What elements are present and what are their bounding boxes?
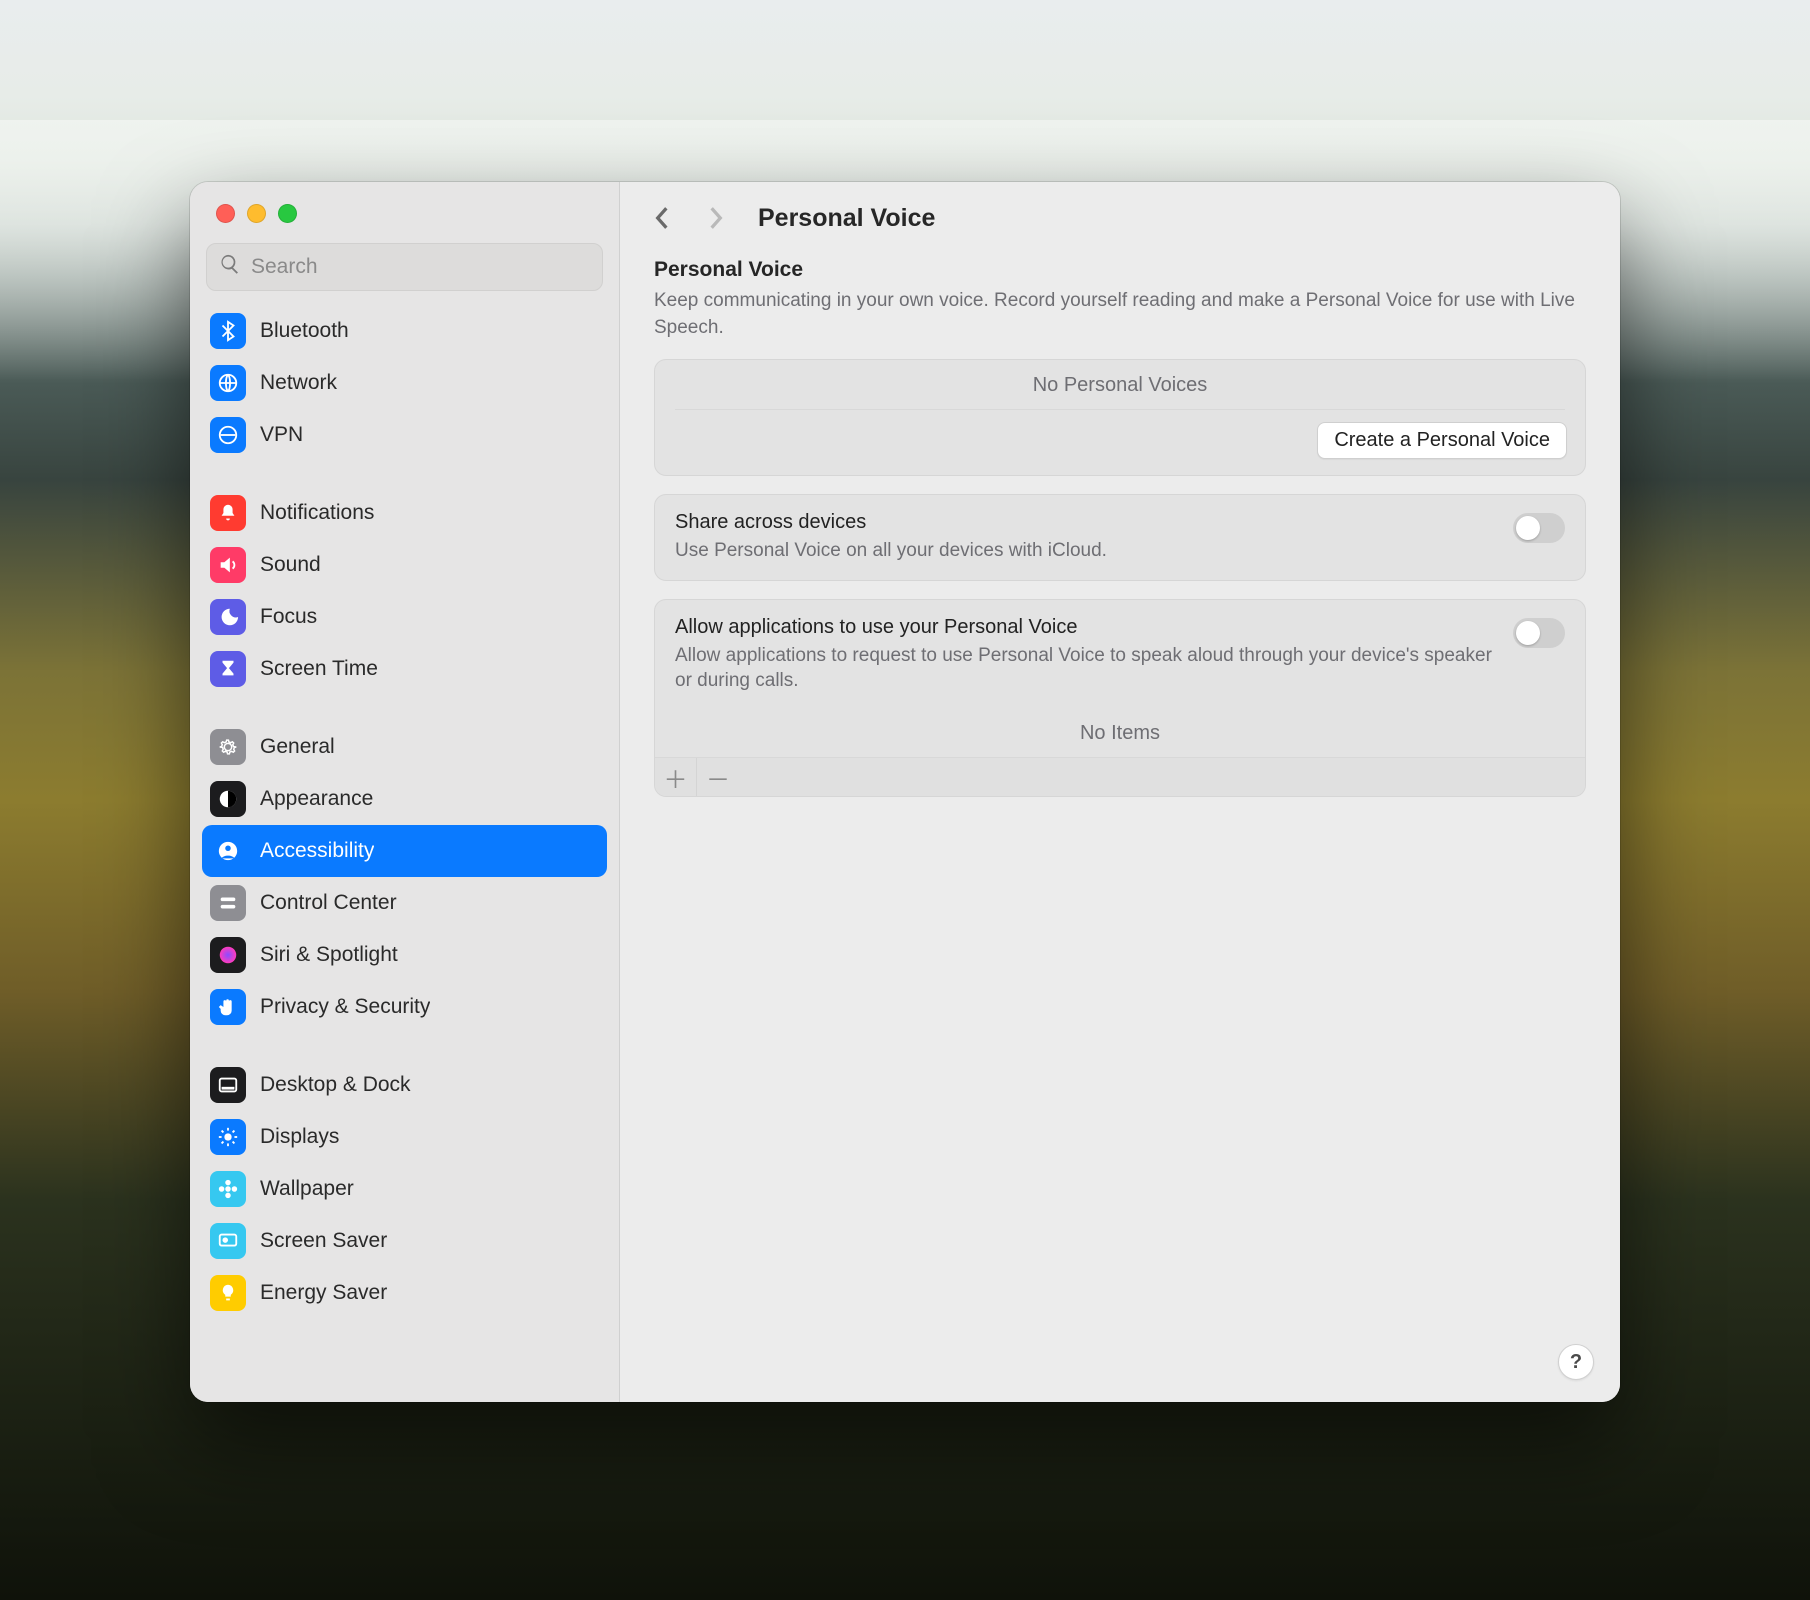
- minimize-button[interactable]: [247, 204, 266, 223]
- forward-button[interactable]: [700, 202, 732, 234]
- flower-icon: [210, 1171, 246, 1207]
- sidebar-item-label: Energy Saver: [260, 1281, 387, 1305]
- sidebar-item-label: Sound: [260, 553, 321, 577]
- search-input[interactable]: [251, 255, 590, 279]
- sidebar-item-vpn[interactable]: VPN: [202, 409, 607, 461]
- toolbar: Personal Voice: [620, 182, 1620, 250]
- back-button[interactable]: [646, 202, 678, 234]
- allow-apps-empty-label: No Items: [655, 710, 1585, 757]
- create-personal-voice-button[interactable]: Create a Personal Voice: [1317, 422, 1567, 459]
- vpn-icon: [210, 417, 246, 453]
- sidebar-item-label: Siri & Spotlight: [260, 943, 398, 967]
- sidebar-item-privacy[interactable]: Privacy & Security: [202, 981, 607, 1033]
- speaker-icon: [210, 547, 246, 583]
- sidebar-item-label: Wallpaper: [260, 1177, 354, 1201]
- allow-apps-card: Allow applications to use your Personal …: [654, 599, 1586, 797]
- dock-icon: [210, 1067, 246, 1103]
- sidebar-item-bluetooth[interactable]: Bluetooth: [202, 305, 607, 357]
- bluetooth-icon: [210, 313, 246, 349]
- sidebar-item-controlcenter[interactable]: Control Center: [202, 877, 607, 929]
- share-title: Share across devices: [675, 511, 1497, 534]
- help-button[interactable]: ?: [1558, 1344, 1594, 1380]
- share-across-devices-card: Share across devices Use Personal Voice …: [654, 494, 1586, 581]
- sidebar-item-displays[interactable]: Displays: [202, 1111, 607, 1163]
- close-button[interactable]: [216, 204, 235, 223]
- gear-icon: [210, 729, 246, 765]
- personal-voices-card: No Personal Voices Create a Personal Voi…: [654, 359, 1586, 476]
- bell-icon: [210, 495, 246, 531]
- hourglass-icon: [210, 651, 246, 687]
- sidebar-item-label: Screen Saver: [260, 1229, 387, 1253]
- siri-icon: [210, 937, 246, 973]
- sidebar-item-label: Bluetooth: [260, 319, 349, 343]
- sidebar-item-siri[interactable]: Siri & Spotlight: [202, 929, 607, 981]
- desktop-wallpaper: Bluetooth Network VPN Notifications Sound Foc…: [0, 0, 1810, 1600]
- sidebar-item-label: Network: [260, 371, 337, 395]
- sidebar-nav: Bluetooth Network VPN Notifications Sound Foc…: [190, 305, 619, 1402]
- sidebar-item-screensaver[interactable]: Screen Saver: [202, 1215, 607, 1267]
- sidebar-item-label: Appearance: [260, 787, 373, 811]
- sidebar-item-accessibility[interactable]: Accessibility: [202, 825, 607, 877]
- sidebar-item-label: Notifications: [260, 501, 374, 525]
- hand-icon: [210, 989, 246, 1025]
- switches-icon: [210, 885, 246, 921]
- intro-title: Personal Voice: [654, 258, 1586, 282]
- allow-apps-title: Allow applications to use your Personal …: [675, 616, 1497, 639]
- no-voices-label: No Personal Voices: [675, 360, 1565, 410]
- sidebar-item-label: VPN: [260, 423, 303, 447]
- page-title: Personal Voice: [758, 204, 935, 233]
- sidebar-item-network[interactable]: Network: [202, 357, 607, 409]
- intro-subtitle: Keep communicating in your own voice. Re…: [654, 288, 1586, 341]
- sidebar-item-wallpaper[interactable]: Wallpaper: [202, 1163, 607, 1215]
- section-intro: Personal Voice Keep communicating in you…: [654, 258, 1586, 341]
- sidebar-item-focus[interactable]: Focus: [202, 591, 607, 643]
- allow-apps-list-footer: ＋ －: [655, 757, 1585, 796]
- allow-apps-toggle[interactable]: [1513, 618, 1565, 648]
- sidebar-item-label: Screen Time: [260, 657, 378, 681]
- sidebar: Bluetooth Network VPN Notifications Sound Foc…: [190, 182, 620, 1402]
- zoom-button[interactable]: [278, 204, 297, 223]
- plus-icon: ＋: [664, 760, 688, 795]
- window-controls: [190, 182, 619, 243]
- sidebar-item-energy[interactable]: Energy Saver: [202, 1267, 607, 1319]
- sun-icon: [210, 1119, 246, 1155]
- sidebar-item-label: Control Center: [260, 891, 397, 915]
- sidebar-item-label: Focus: [260, 605, 317, 629]
- minus-icon: －: [706, 760, 730, 795]
- globe-icon: [210, 365, 246, 401]
- remove-app-button[interactable]: －: [697, 758, 739, 796]
- sidebar-item-label: General: [260, 735, 335, 759]
- sidebar-item-general[interactable]: General: [202, 721, 607, 773]
- sidebar-item-label: Displays: [260, 1125, 339, 1149]
- sidebar-item-appearance[interactable]: Appearance: [202, 773, 607, 825]
- sidebar-item-notifications[interactable]: Notifications: [202, 487, 607, 539]
- allow-apps-subtitle: Allow applications to request to use Per…: [675, 643, 1497, 694]
- main-content: Personal Voice Personal Voice Keep commu…: [620, 182, 1620, 1402]
- share-subtitle: Use Personal Voice on all your devices w…: [675, 538, 1497, 564]
- screensaver-icon: [210, 1223, 246, 1259]
- bulb-icon: [210, 1275, 246, 1311]
- sidebar-item-screentime[interactable]: Screen Time: [202, 643, 607, 695]
- search-icon: [219, 253, 241, 281]
- system-settings-window: Bluetooth Network VPN Notifications Sound Foc…: [190, 182, 1620, 1402]
- search-field[interactable]: [206, 243, 603, 291]
- sidebar-item-desktop[interactable]: Desktop & Dock: [202, 1059, 607, 1111]
- sidebar-item-sound[interactable]: Sound: [202, 539, 607, 591]
- sidebar-item-label: Desktop & Dock: [260, 1073, 411, 1097]
- add-app-button[interactable]: ＋: [655, 758, 697, 796]
- sidebar-item-label: Accessibility: [260, 839, 374, 863]
- person-icon: [210, 833, 246, 869]
- contrast-icon: [210, 781, 246, 817]
- moon-icon: [210, 599, 246, 635]
- share-across-devices-toggle[interactable]: [1513, 513, 1565, 543]
- sidebar-item-label: Privacy & Security: [260, 995, 430, 1019]
